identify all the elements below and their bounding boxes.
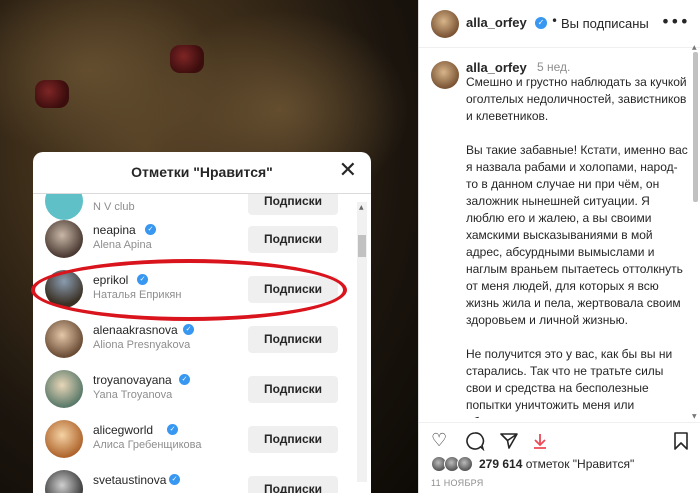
user-fullname: Алиса Гребенщикова [93,439,202,451]
verified-badge-icon: ✓ [145,224,156,235]
user-fullname: Alena Apina [93,239,152,251]
share-icon[interactable] [499,431,519,456]
likes-count: 279 614 [479,457,523,471]
user-username[interactable]: alenaakrasnova [93,323,178,337]
user-fullname: N V club [93,201,135,213]
following-button[interactable]: Подписки [248,376,338,403]
caption-timestamp[interactable]: 5 нед. [537,60,570,74]
following-button[interactable]: Подписки [248,194,338,215]
list-item: alenaakrasnova ✓ Aliona Presnyakova Подп… [33,314,351,364]
verified-badge-icon: ✓ [167,424,178,435]
following-button[interactable]: Подписки [248,326,338,353]
likes-count-text[interactable]: 279 614 отметок "Нравится" [479,457,634,471]
user-fullname: Aliona Presnyakova [93,339,191,351]
verified-badge-icon: ✓ [179,374,190,385]
list-item: troyanovayana ✓ Yana Troyanova Подписки [33,364,351,414]
post-actions: ♡ [419,422,700,460]
user-username[interactable]: neapina [93,223,136,237]
verified-badge-icon: ✓ [535,17,547,29]
following-button[interactable]: Подписки [248,226,338,253]
heart-icon[interactable]: ♡ [431,431,447,451]
more-options-icon[interactable]: ••• [661,12,689,31]
download-icon[interactable] [531,431,549,456]
avatar[interactable] [45,320,83,358]
caption-username[interactable]: alla_orfey [466,60,527,75]
modal-scrollbar[interactable]: ▲ [357,202,367,482]
liker-avatar [457,456,473,472]
bookmark-icon[interactable] [673,431,689,456]
likes-label: отметок "Нравится" [525,457,635,471]
avatar[interactable] [45,470,83,493]
header-username[interactable]: alla_orfey [466,15,527,30]
user-username[interactable]: svetaustinova [93,473,166,487]
post-side-panel: alla_orfey ✓ • Вы подписаны ••• alla_orf… [418,0,700,493]
avatar[interactable] [431,10,459,38]
verified-badge-icon: ✓ [183,324,194,335]
caption-scrollbar[interactable]: ▲ ▼ [692,44,698,420]
highlight-ellipse [31,259,347,321]
caption-text: Смешно и грустно наблюдать за кучкой ого… [466,75,688,418]
list-item: svetaustinova ✓ Подписки [33,464,351,493]
following-button[interactable]: Подписки [248,426,338,453]
list-item: alicegworld ✓ Алиса Гребенщикова Подписк… [33,414,351,464]
post-date[interactable]: 11 НОЯБРЯ [431,478,484,488]
likes-summary[interactable]: 279 614 отметок "Нравится" [419,456,700,474]
modal-title: Отметки "Нравится" [131,164,273,180]
avatar[interactable] [45,220,83,258]
avatar[interactable] [45,420,83,458]
avatar[interactable] [431,61,459,89]
user-fullname: Yana Troyanova [93,389,173,401]
list-item: neapina ✓ Alena Apina Подписки [33,214,351,264]
avatar[interactable] [45,370,83,408]
likes-list: N V club Подписки neapina ✓ Alena Apina … [33,194,371,493]
verified-badge-icon: ✓ [169,474,180,485]
follow-status-button[interactable]: Вы подписаны [561,16,649,31]
modal-header: Отметки "Нравится" ✕ [33,152,371,194]
user-username[interactable]: troyanovayana [93,373,172,387]
following-button[interactable]: Подписки [248,476,338,493]
post-header: alla_orfey ✓ • Вы подписаны ••• [419,0,700,48]
post-caption: alla_orfey 5 нед. Смешно и грустно наблю… [419,48,700,418]
separator-dot: • [551,14,559,28]
close-icon[interactable]: ✕ [339,158,357,183]
likes-modal: Отметки "Нравится" ✕ N V club Подписки n… [33,152,371,493]
comment-icon[interactable] [465,431,485,456]
user-username[interactable]: alicegworld [93,423,153,437]
